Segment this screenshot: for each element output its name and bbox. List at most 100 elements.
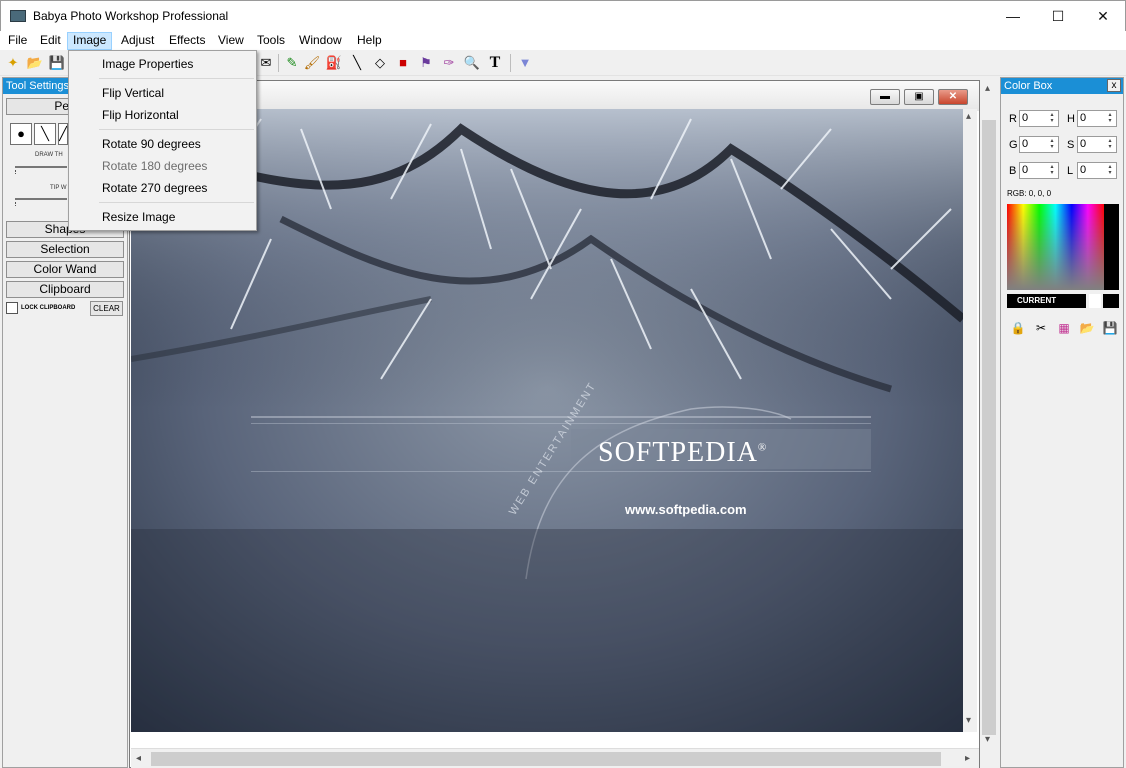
round-brush-icon[interactable]: ● [10,123,32,145]
photo-brand-text: SOFTPEDIA® [598,437,768,468]
g-input[interactable]: 0 ▴ ▾ [1019,136,1059,153]
menu-file[interactable]: File [3,32,32,50]
menu-item-rotate-270[interactable]: Rotate 270 degrees [102,181,207,195]
workspace-scroll-down-icon[interactable]: ▾ [985,734,990,745]
workspace-scroll-thumb[interactable] [982,120,996,735]
menu-item-flip-vertical[interactable]: Flip Vertical [102,86,164,100]
b-label: B [1009,165,1017,177]
close-button[interactable]: ✕ [1080,1,1126,31]
menu-item-image-properties[interactable]: Image Properties [102,57,193,71]
doc-minimize-button[interactable]: ▬ [870,89,900,105]
menu-separator-3 [99,202,254,203]
menu-item-flip-horizontal[interactable]: Flip Horizontal [102,108,179,122]
doc-close-button[interactable]: ✕ [938,89,968,105]
eraser-icon[interactable]: ◇ [370,53,390,73]
save-palette-icon[interactable]: 💾 [1102,320,1118,336]
lock-clipboard-checkbox[interactable] [6,302,18,314]
workspace-vertical-scrollbar[interactable]: ▴ ▾ [980,80,998,748]
l-spinner-icon[interactable]: ▴ ▾ [1105,164,1115,177]
s-spinner-icon[interactable]: ▴ ▾ [1105,138,1115,151]
menu-view[interactable]: View [213,32,249,50]
shapes-icon[interactable]: ■ [393,53,413,73]
line-brush-icon[interactable]: ╲ [34,123,56,145]
color-picker-icon[interactable]: ✑ [439,53,459,73]
menu-window[interactable]: Window [294,32,347,50]
save-icon[interactable]: 💾 [47,53,67,73]
menu-separator [99,78,254,79]
scroll-right-arrow-icon[interactable]: ▸ [965,753,970,764]
r-input[interactable]: 0 ▴ ▾ [1019,110,1059,127]
l-input[interactable]: 0 ▴ ▾ [1077,162,1117,179]
text-tool-icon[interactable]: T [485,53,505,73]
luminance-bar[interactable] [1104,204,1119,290]
selection-button[interactable]: Selection [6,241,124,258]
horizontal-scroll-thumb[interactable] [151,752,941,766]
mail-icon[interactable]: ✉ [256,53,276,73]
s-input[interactable]: 0 ▴ ▾ [1077,136,1117,153]
tip-width-slider[interactable] [15,198,67,200]
menu-item-rotate-180: Rotate 180 degrees [102,159,208,173]
pencil-icon[interactable]: ✎ [282,53,302,73]
color-swatch-icon[interactable]: ▼ [515,53,535,73]
menu-help[interactable]: Help [352,32,387,50]
brush-icon[interactable]: 🖌 [302,53,322,73]
palette-icon[interactable]: ▦ [1056,320,1072,336]
fill-bucket-icon[interactable]: ⛽ [324,53,344,73]
h-spinner-icon[interactable]: ▴ ▾ [1105,112,1115,125]
menu-item-resize-image[interactable]: Resize Image [102,210,175,224]
scroll-left-arrow-icon[interactable]: ◂ [136,753,141,764]
line-icon[interactable]: ╲ [347,53,367,73]
minimize-button[interactable]: — [990,1,1036,31]
color-box-title: Color Box [1004,80,1053,92]
scroll-down-arrow-icon[interactable]: ▾ [966,715,971,726]
lock-clipboard-label: LOCK CLIPBOARD [21,305,76,311]
new-file-icon[interactable]: ✦ [3,53,23,73]
horizontal-scrollbar[interactable]: ◂ ▸ [131,748,979,768]
color-box-header: Color Box x [1001,78,1123,94]
doc-restore-button[interactable]: ▣ [904,89,934,105]
color-spectrum-picker[interactable] [1007,204,1104,290]
color-box-close-button[interactable]: x [1107,79,1121,92]
workspace-scroll-up-icon[interactable]: ▴ [985,83,990,94]
scroll-up-arrow-icon[interactable]: ▴ [966,111,971,122]
maximize-button[interactable]: ☐ [1035,1,1081,31]
rgb-readout: RGB: 0, 0, 0 [1007,189,1052,198]
g-label: G [1009,139,1018,151]
slash-brush-icon[interactable]: ╱ [58,123,68,145]
draw-thickness-slider[interactable] [15,166,67,168]
b-input[interactable]: 0 ▴ ▾ [1019,162,1059,179]
current-color-swatch[interactable] [1103,294,1119,308]
lock-icon[interactable]: 🔒 [1010,320,1026,336]
h-label: H [1067,113,1075,125]
menu-adjust[interactable]: Adjust [116,32,159,50]
zoom-icon[interactable]: 🔍 [462,53,482,73]
document-title-bar [130,81,979,111]
stamp-icon[interactable]: ⚑ [416,53,436,73]
r-label: R [1009,113,1017,125]
menu-item-rotate-90[interactable]: Rotate 90 degrees [102,137,201,151]
menu-tools[interactable]: Tools [252,32,290,50]
color-box-panel: Color Box x R 0 ▴ ▾ H 0 ▴ ▾ G 0 ▴ ▾ S 0 ▴ ▾ B 0 ▴… [1000,77,1124,768]
toolbar-separator-2 [510,54,511,72]
menu-image[interactable]: Image [67,32,113,50]
menu-edit[interactable]: Edit [35,32,66,50]
image-dropdown-menu: Image Properties Flip Vertical Flip Hori… [68,50,257,231]
menu-separator-2 [99,129,254,130]
tool-settings-title: Tool Settings [6,80,69,92]
clipboard-button[interactable]: Clipboard [6,281,124,298]
clear-button[interactable]: CLEAR [90,301,123,316]
g-spinner-icon[interactable]: ▴ ▾ [1047,138,1057,151]
secondary-color-swatch[interactable] [1089,294,1101,308]
open-folder-icon[interactable]: 📂 [25,53,45,73]
h-input[interactable]: 0 ▴ ▾ [1077,110,1117,127]
open-palette-icon[interactable]: 📂 [1079,320,1095,336]
color-wand-button[interactable]: Color Wand [6,261,124,278]
draw-thickness-label: DRAW TH [35,152,63,158]
image-vertical-scrollbar[interactable]: ▴ ▾ [963,109,977,732]
scissors-icon[interactable]: ✂ [1033,320,1049,336]
r-spinner-icon[interactable]: ▴ ▾ [1047,112,1057,125]
current-color-label: CURRENT [1007,294,1086,308]
tip-width-label: TIP W [50,185,67,191]
b-spinner-icon[interactable]: ▴ ▾ [1047,164,1057,177]
menu-effects[interactable]: Effects [164,32,210,50]
